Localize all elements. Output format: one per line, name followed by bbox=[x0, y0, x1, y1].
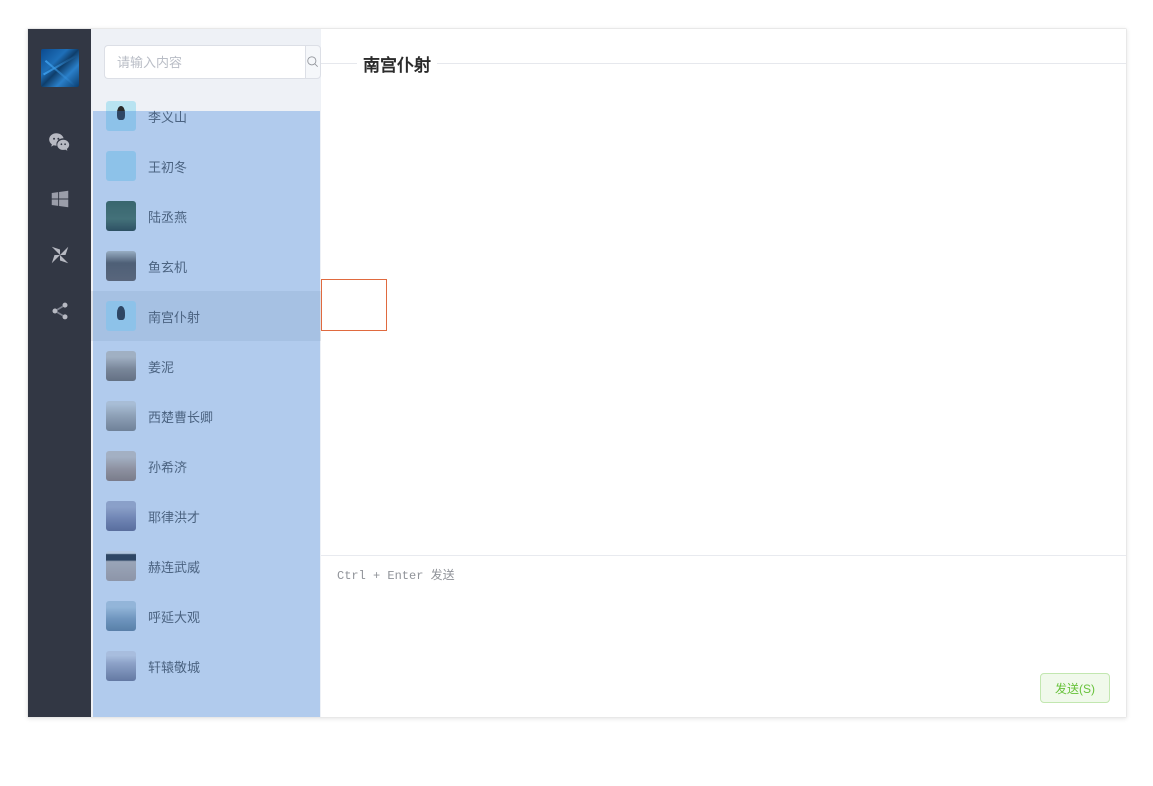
avatar bbox=[106, 651, 136, 681]
contact-name: 姜泥 bbox=[148, 357, 174, 376]
contact-item[interactable]: 陆丞燕 bbox=[91, 191, 321, 241]
search-button[interactable] bbox=[305, 45, 321, 79]
composer-actions: 发送(S) bbox=[337, 673, 1110, 703]
contact-item[interactable]: 轩辕敬城 bbox=[91, 641, 321, 691]
contact-item[interactable]: 赫连武威 bbox=[91, 541, 321, 591]
avatar bbox=[106, 451, 136, 481]
composer-hint: Ctrl + Enter 发送 bbox=[337, 566, 1110, 583]
avatar bbox=[106, 401, 136, 431]
contact-name: 陆丞燕 bbox=[148, 207, 187, 226]
contact-name: 西楚曹长卿 bbox=[148, 407, 213, 426]
contact-item[interactable]: 南宫仆射 bbox=[91, 291, 321, 341]
contact-name: 李义山 bbox=[148, 107, 187, 126]
annotation-box bbox=[321, 279, 387, 331]
contact-item[interactable]: 孙希济 bbox=[91, 441, 321, 491]
contact-item[interactable]: 耶律洪才 bbox=[91, 491, 321, 541]
avatar bbox=[106, 251, 136, 281]
contact-name: 孙希济 bbox=[148, 457, 187, 476]
search-icon bbox=[306, 55, 320, 69]
avatar bbox=[106, 151, 136, 181]
avatar bbox=[106, 101, 136, 131]
contact-name: 轩辕敬城 bbox=[148, 657, 200, 676]
contact-name: 鱼玄机 bbox=[148, 257, 187, 276]
app-window: 李义山 王初冬 陆丞燕 鱼玄机 南宫仆射 姜泥 西楚曹长卿 孙希济 耶律洪才 赫… bbox=[27, 28, 1127, 718]
avatar bbox=[106, 351, 136, 381]
nav-rail bbox=[28, 29, 91, 717]
contact-name: 南宫仆射 bbox=[148, 307, 200, 326]
avatar bbox=[106, 601, 136, 631]
contact-item[interactable]: 鱼玄机 bbox=[91, 241, 321, 291]
contact-item[interactable]: 呼延大观 bbox=[91, 591, 321, 641]
share-icon[interactable] bbox=[47, 298, 73, 324]
chat-messages[interactable] bbox=[321, 76, 1126, 555]
user-avatar[interactable] bbox=[41, 49, 79, 87]
contact-name: 赫连武威 bbox=[148, 557, 200, 576]
contact-item[interactable]: 李义山 bbox=[91, 91, 321, 141]
avatar bbox=[106, 201, 136, 231]
contact-item[interactable]: 姜泥 bbox=[91, 341, 321, 391]
composer: Ctrl + Enter 发送 发送(S) bbox=[321, 555, 1126, 717]
contact-name: 耶律洪才 bbox=[148, 507, 200, 526]
send-button[interactable]: 发送(S) bbox=[1040, 673, 1110, 703]
avatar bbox=[106, 551, 136, 581]
chat-header: 南宫仆射 bbox=[321, 29, 1126, 76]
windows-icon[interactable] bbox=[47, 186, 73, 212]
contact-name: 呼延大观 bbox=[148, 607, 200, 626]
search-row bbox=[91, 29, 321, 91]
message-input[interactable] bbox=[337, 589, 1110, 673]
search-input[interactable] bbox=[104, 45, 305, 79]
contact-column: 李义山 王初冬 陆丞燕 鱼玄机 南宫仆射 姜泥 西楚曹长卿 孙希济 耶律洪才 赫… bbox=[91, 29, 321, 717]
chat-panel: 南宫仆射 Ctrl + Enter 发送 发送(S) bbox=[321, 29, 1126, 717]
chat-title: 南宫仆射 bbox=[357, 51, 437, 76]
divider-line bbox=[321, 63, 357, 64]
contact-item[interactable]: 西楚曹长卿 bbox=[91, 391, 321, 441]
wechat-icon[interactable] bbox=[47, 130, 73, 156]
contact-list[interactable]: 李义山 王初冬 陆丞燕 鱼玄机 南宫仆射 姜泥 西楚曹长卿 孙希济 耶律洪才 赫… bbox=[91, 91, 321, 717]
contact-item[interactable]: 王初冬 bbox=[91, 141, 321, 191]
contact-name: 王初冬 bbox=[148, 157, 187, 176]
pinwheel-icon[interactable] bbox=[47, 242, 73, 268]
divider-line bbox=[437, 63, 1126, 64]
avatar bbox=[106, 301, 136, 331]
avatar bbox=[106, 501, 136, 531]
